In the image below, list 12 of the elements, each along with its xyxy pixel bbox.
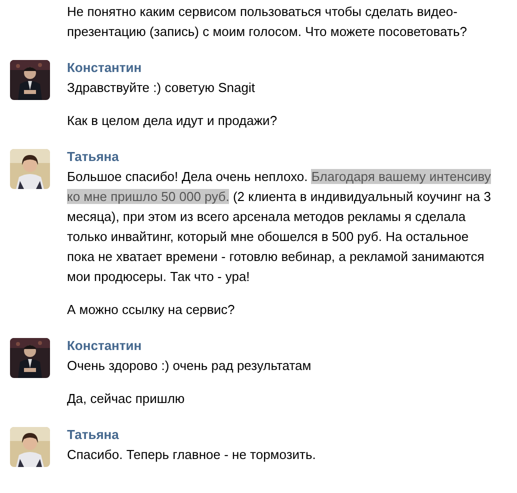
message-text: Здравствуйте :) советую Snagit	[67, 79, 256, 97]
message-text: Не понятно каким сервисом пользоваться чтобы сделать видео-презентацию (запись) с моим голосом. Что можете посоветовать?	[67, 3, 468, 41]
message-text: Да, сейчас пришлю	[67, 390, 186, 408]
message-text: А можно ссылку на сервис?	[67, 301, 236, 319]
author-name[interactable]: Татьяна	[67, 425, 119, 445]
message-text: Большое спасибо! Дела очень неплохо. Благодаря вашему интенсиву ко мне пришло 50 000 руб. (2 клиента в индивидуальный коучинг на 3 месяца), при этом из всего арсенала методов рекламы я сделала только инвайтинг, который мне обошелся в 500 руб. На остальное пока не хватает времени - готовлю вебинар, а рекламой занимаются мои продюсеры. Так что - ура!	[67, 168, 492, 286]
message-text: Как в целом дела идут и продажи?	[67, 112, 278, 130]
message-text: Очень здорово :) очень рад результатам	[67, 357, 312, 375]
author-name[interactable]: Константин	[67, 336, 142, 356]
message-text: Спасибо. Теперь главное - не тормозить.	[67, 446, 317, 464]
author-name[interactable]: Татьяна	[67, 147, 119, 167]
author-name[interactable]: Константин	[67, 58, 142, 78]
